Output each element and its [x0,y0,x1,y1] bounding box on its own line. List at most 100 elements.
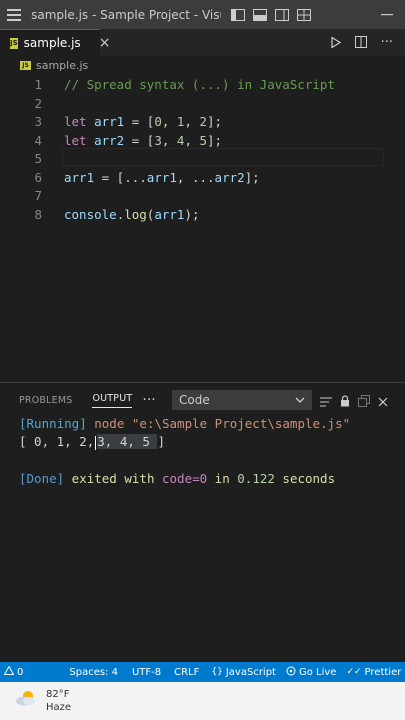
code-line[interactable]: 2 [0,95,405,113]
code-line[interactable]: 4 let arr2 = [3, 4, 5]; [0,132,405,150]
code-token: arr1 [146,169,177,185]
code-text: // Spread syntax (...) in JavaScript [64,76,335,94]
code-text: arr1 = [...arr1, ...arr2]; [64,169,260,187]
more-actions-icon[interactable]: ··· [381,35,393,50]
encoding-status[interactable]: UTF-8 [132,667,161,678]
code-token: console [64,206,117,222]
toggle-secondary-sidebar-icon[interactable] [271,0,293,29]
language-status[interactable]: {} JavaScript [211,667,276,678]
js-file-icon: JS [20,60,31,70]
done-tag: [Done] [19,471,65,486]
code-token: let [64,132,87,148]
code-token: // Spread syntax (...) in JavaScript [64,77,335,92]
code-text: let arr2 = [3, 4, 5]; [64,132,222,150]
done-seconds: 0.122 [237,471,275,486]
code-token: , [184,132,200,148]
code-token: , [184,114,200,129]
code-token: let [64,114,87,129]
menu-icon[interactable] [0,0,27,29]
code-token: ... [124,169,147,185]
code-token: log [124,206,147,222]
layout-controls [227,0,405,29]
tab-label: sample.js [23,36,81,50]
done-in: in [207,471,238,486]
line-number: 3 [34,114,42,129]
result-selected-text: 3, 4, 5 [97,434,158,449]
panel-more-icon[interactable]: ··· [142,392,155,408]
output-channel-select[interactable]: Code [172,390,312,410]
code-text: let arr1 = [0, 1, 2]; [64,113,222,131]
code-line[interactable]: 6 arr1 = [...arr1, ...arr2]; [0,169,405,187]
broadcast-icon [286,666,296,679]
toggle-sidebar-icon[interactable] [227,0,249,29]
run-icon[interactable] [330,33,341,52]
tab-output[interactable]: OUTPUT [92,393,133,408]
code-line[interactable]: 8 console.log(arr1); [0,206,405,224]
breadcrumb-file[interactable]: sample.js [36,59,88,72]
problems-status[interactable]: 0 [3,665,24,678]
split-editor-icon[interactable] [354,33,367,52]
code-line[interactable]: 7 [0,187,405,205]
filter-list-icon[interactable] [320,392,332,411]
code-token: ]; [207,114,223,129]
double-check-icon: ✓✓ [346,667,362,677]
go-live-label: Go Live [298,666,337,678]
copy-icon[interactable] [358,392,370,411]
done-text: exited with [64,471,162,486]
output-done-line: [Done] exited with code=0 in 0.122 secon… [19,470,335,488]
braces-icon: {} [211,667,223,677]
code-token: , [176,169,192,185]
code-text: console.log(arr1); [64,206,200,224]
toggle-panel-icon[interactable] [249,0,271,29]
tab-sample-js[interactable]: JS sample.js × [0,29,110,56]
warning-icon [3,665,15,678]
js-file-icon: JS [10,37,18,49]
output-panel: PROBLEMS OUTPUT ··· Code [Running] node … [0,382,405,662]
eol-status[interactable]: CRLF [174,667,199,678]
exit-code: code=0 [162,471,208,486]
code-editor[interactable]: 1 // Spread syntax (...) in JavaScript 2 3 l… [0,74,405,382]
result-close-bracket: ] [157,434,166,449]
weather-widget[interactable]: 82°F Haze [46,688,71,714]
code-token: = [ [131,132,155,148]
prettier-status[interactable]: ✓✓ Prettier [346,667,401,678]
close-icon[interactable]: × [99,35,111,51]
close-panel-icon[interactable] [378,392,388,411]
code-line[interactable]: 1 // Spread syntax (...) in JavaScript [0,76,405,94]
code-token: ]; [207,132,223,148]
customize-layout-icon[interactable] [293,0,315,29]
panel-actions [320,392,388,411]
encoding-label: UTF-8 [131,666,162,678]
code-token: arr1 [64,169,95,185]
tab-problems[interactable]: PROBLEMS [19,395,72,406]
weather-haze-icon[interactable] [14,689,38,713]
indentation-label: Spaces: 4 [69,666,118,678]
breadcrumb: JS sample.js [0,56,405,74]
code-token: 5 [199,132,208,148]
code-token: ]; [244,169,260,185]
lock-icon[interactable] [340,392,350,411]
title-bar: sample.js - Sample Project - Visual Stud… [0,0,405,29]
language-label: JavaScript [225,666,276,678]
code-token: arr2 [214,169,245,185]
code-token: arr2 [86,132,132,148]
os-taskbar: 82°F Haze [0,682,405,720]
window-title: sample.js - Sample Project - Visual Stud… [31,7,221,22]
line-number: 8 [34,206,42,222]
warning-count: 0 [17,666,24,678]
go-live-button[interactable]: Go Live [286,666,336,679]
result-text: [ 0, 1, 2, [19,434,95,449]
code-token: = [ [131,114,155,129]
code-line[interactable]: 5 [0,150,405,168]
weather-condition: Haze [46,702,72,713]
code-line[interactable]: 3 let arr1 = [0, 1, 2]; [0,113,405,131]
line-number: 6 [34,169,42,185]
minimize-icon[interactable] [369,0,405,29]
line-number: 1 [34,77,42,92]
running-tag: [Running] [19,416,87,431]
output-running-line: [Running] node "e:\Sample Project\sample… [19,415,350,433]
chevron-down-icon [295,395,305,406]
code-token: , [161,114,177,129]
line-number: 7 [34,188,42,203]
indentation-status[interactable]: Spaces: 4 [69,667,118,678]
